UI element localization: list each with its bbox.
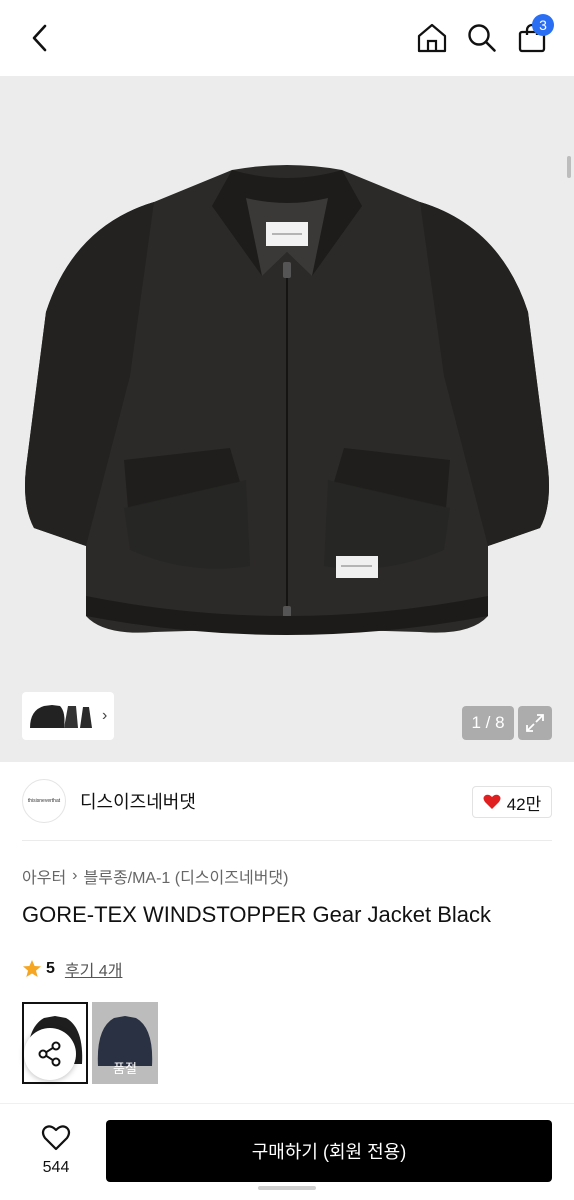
chevron-right-icon: › [72, 867, 78, 884]
back-button[interactable] [22, 20, 58, 56]
search-button[interactable] [462, 18, 502, 58]
product-rating: 5 후기 4개 [22, 957, 122, 981]
wishlist-count: 544 [42, 1159, 70, 1176]
soldout-label: 품절 [113, 1061, 137, 1076]
home-icon [417, 23, 447, 53]
brand-logo-text: thisisneverthat [27, 798, 61, 804]
cart-count-badge: 3 [532, 14, 554, 36]
breadcrumb: 아우터 › 블루종/MA-1 (디스이즈네버댓) [22, 864, 288, 888]
home-indicator [258, 1186, 316, 1190]
variant-navy[interactable]: 품절 [92, 1002, 158, 1084]
expand-icon [526, 714, 544, 732]
divider [22, 840, 552, 841]
thumbnail-images [30, 705, 92, 728]
fullscreen-button[interactable] [518, 706, 552, 740]
chevron-left-icon [32, 24, 47, 52]
buy-button[interactable]: 구매하기 (회원 전용) [106, 1120, 552, 1182]
cart-button[interactable]: 3 [510, 14, 554, 58]
wishlist-button[interactable]: 544 [30, 1124, 82, 1177]
gallery-thumbnails[interactable]: › [22, 692, 114, 740]
heart-icon [483, 794, 501, 809]
product-page: 3 › 1 / 8 thisisneverthat 디스이즈네버댓 42만 아우… [0, 0, 574, 1200]
brand-like-button[interactable]: 42만 [472, 786, 552, 818]
breadcrumb-category[interactable]: 아우터 [22, 864, 66, 888]
image-counter: 1 / 8 [462, 706, 514, 740]
brand-like-count: 42만 [506, 794, 542, 814]
product-image-gallery[interactable] [0, 76, 574, 762]
star-icon [23, 960, 41, 977]
brand-name[interactable]: 디스이즈네버댓 [80, 788, 196, 814]
product-image [25, 165, 549, 635]
chevron-right-icon: › [102, 707, 108, 724]
share-icon [38, 1041, 61, 1067]
share-button[interactable] [24, 1028, 76, 1080]
breadcrumb-subcategory[interactable]: 블루종/MA-1 (디스이즈네버댓) [84, 864, 289, 888]
heart-outline-icon [41, 1125, 71, 1151]
top-bar: 3 [0, 0, 574, 76]
product-title: GORE-TEX WINDSTOPPER Gear Jacket Black [22, 902, 492, 927]
brand-row[interactable]: thisisneverthat 디스이즈네버댓 42만 [22, 778, 552, 824]
rating-score: 5 [46, 960, 55, 977]
page-scrollbar[interactable] [567, 156, 571, 178]
reviews-link[interactable]: 후기 4개 [65, 957, 123, 981]
brand-logo[interactable]: thisisneverthat [22, 779, 66, 823]
home-button[interactable] [412, 18, 452, 58]
search-icon [468, 24, 496, 52]
